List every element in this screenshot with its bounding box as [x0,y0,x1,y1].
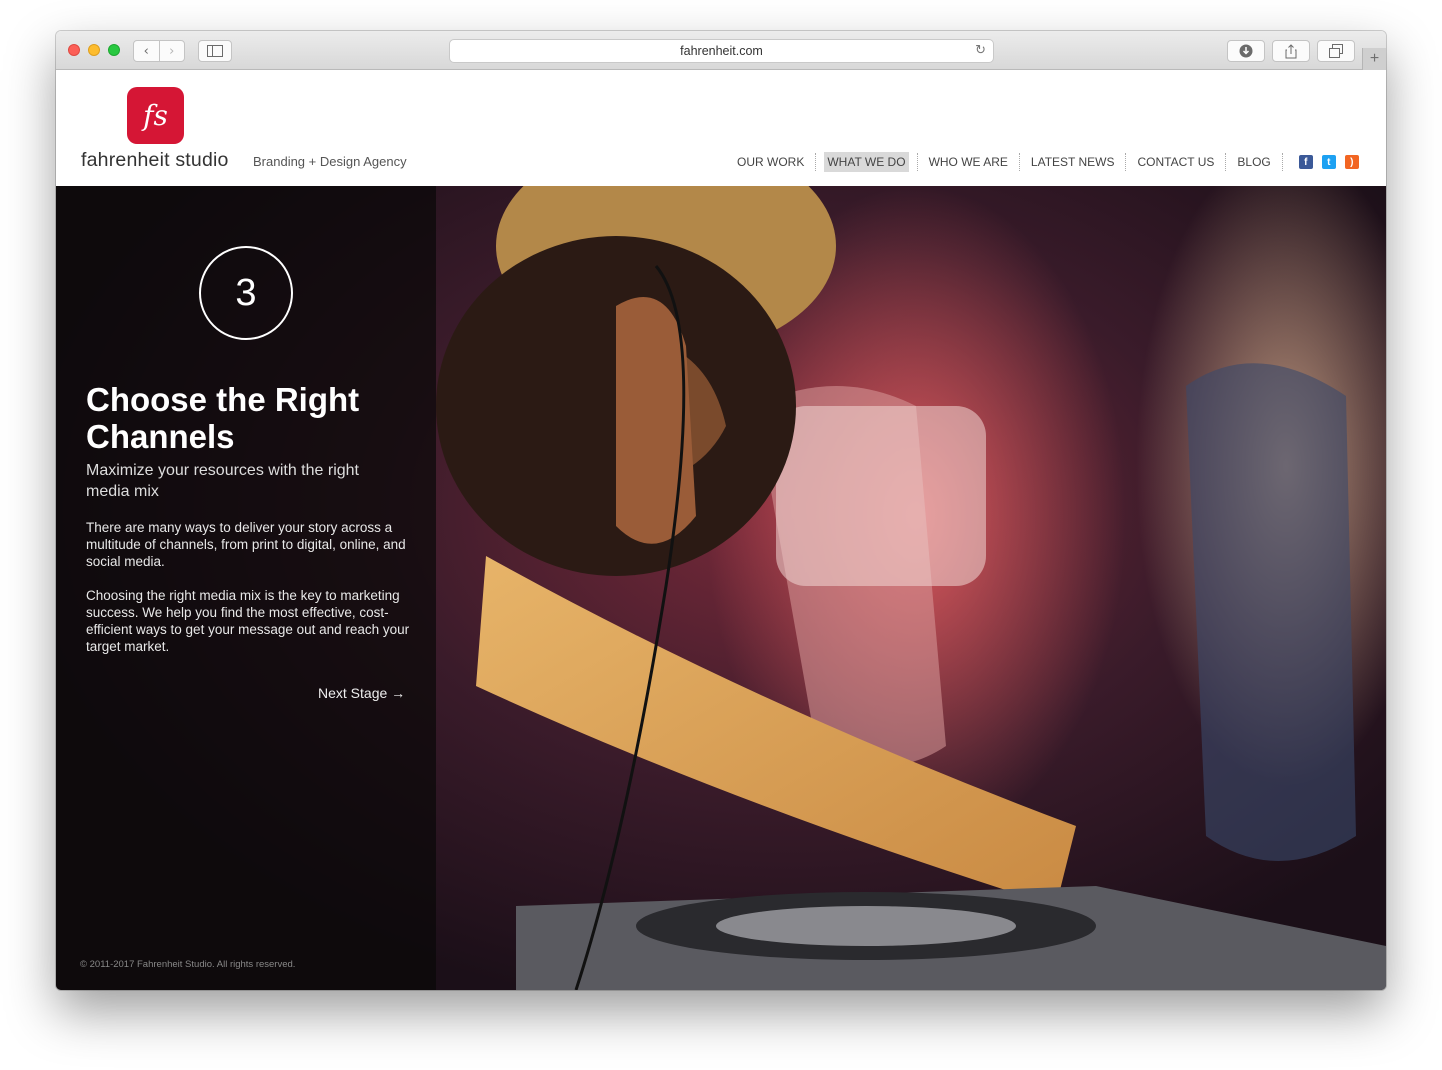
nav-divider [916,153,918,171]
hero-section: 3 Choose the Right Channels Maximize you… [56,186,1386,990]
nav-contact-us[interactable]: CONTACT US [1134,152,1217,172]
facebook-icon[interactable]: f [1298,155,1313,169]
address-bar[interactable]: fahrenheit.com ↻ [449,39,994,63]
nav-what-we-do[interactable]: WHAT WE DO [824,152,909,172]
stage-info-panel: 3 Choose the Right Channels Maximize you… [56,186,436,990]
tabs-icon [1329,44,1343,58]
share-button[interactable] [1272,40,1310,62]
minimize-window-button[interactable] [88,44,100,56]
browser-window: ‹ › fahrenheit.com ↻ + fs fahrenheit stu… [56,31,1386,990]
step-number-badge: 3 [199,246,293,340]
nav-who-we-are[interactable]: WHO WE ARE [926,152,1011,172]
tagline: Branding + Design Agency [253,154,407,169]
body-paragraph-1: There are many ways to deliver your stor… [86,520,406,569]
url-text: fahrenheit.com [680,44,763,58]
nav-divider [1018,153,1020,171]
next-stage-link[interactable]: Next Stage → [318,685,405,701]
history-navigation: ‹ › [133,40,185,62]
reload-icon[interactable]: ↻ [975,43,986,58]
nav-latest-news[interactable]: LATEST NEWS [1028,152,1118,172]
twitter-icon[interactable]: t [1321,155,1336,169]
rss-icon[interactable]: ) [1344,155,1359,169]
close-window-button[interactable] [68,44,80,56]
body-paragraph-2: Choosing the right media mix is the key … [86,588,410,654]
logo-mark[interactable]: fs [127,87,184,144]
downloads-button[interactable] [1227,40,1265,62]
maximize-window-button[interactable] [108,44,120,56]
section-title: Choose the Right Channels [86,381,360,455]
nav-divider [1125,153,1127,171]
nav-divider [815,153,817,171]
sidebar-icon [207,45,223,57]
back-icon[interactable]: ‹ [134,41,159,61]
browser-toolbar: ‹ › fahrenheit.com ↻ + [56,31,1386,70]
nav-divider [1281,153,1283,171]
social-links: f t ) [1298,155,1359,169]
download-icon [1239,44,1253,58]
section-subtitle: Maximize your resources with the right m… [86,462,359,500]
site-header: fs fahrenheit studio Branding + Design A… [56,70,1386,186]
main-navigation: OUR WORK WHAT WE DO WHO WE ARE LATEST NE… [726,152,1359,172]
nav-our-work[interactable]: OUR WORK [734,152,807,172]
copyright-text: © 2011-2017 Fahrenheit Studio. All right… [80,959,296,970]
logo-text[interactable]: fahrenheit studio [81,149,229,172]
sidebar-toggle-button[interactable] [198,40,232,62]
nav-divider [1225,153,1227,171]
forward-icon[interactable]: › [158,41,185,61]
share-icon [1285,43,1297,58]
nav-blog[interactable]: BLOG [1234,152,1273,172]
tabs-overview-button[interactable] [1317,40,1355,62]
new-tab-button[interactable]: + [1362,48,1386,70]
